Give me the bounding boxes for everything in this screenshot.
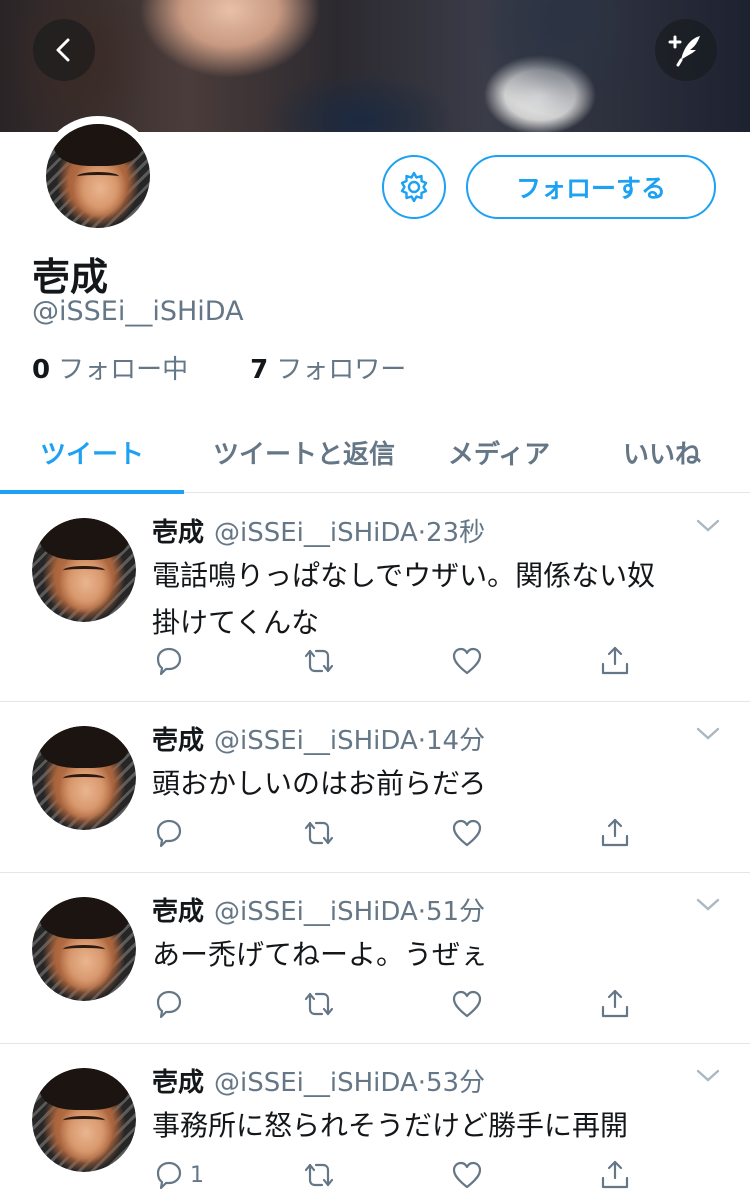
reply-button[interactable] <box>152 816 190 850</box>
avatar-image <box>46 124 150 228</box>
tweet-actions <box>152 644 642 684</box>
following-label: フォロー中 <box>58 355 189 385</box>
retweet-button[interactable] <box>300 816 338 850</box>
tweet-text: 事務所に怒られそうだけど勝手に再開 <box>152 1109 629 1142</box>
tweet-timestamp: 14分 <box>426 726 486 756</box>
share-button[interactable] <box>598 644 632 678</box>
gear-icon <box>400 171 428 203</box>
back-chevron-icon <box>56 38 70 62</box>
reply-button[interactable]: 1 <box>152 1158 204 1192</box>
tweet-text: 頭おかしいのはお前らだろ <box>152 767 487 800</box>
heart-icon <box>452 647 482 675</box>
followers-count: 7 <box>250 355 269 385</box>
tweet-actions <box>152 987 642 1027</box>
profile-tabs: ツイート ツイートと返信 メディア いいね <box>0 412 750 494</box>
tweet-header: 壱成 @iSSEi__iSHiDA·23秒 <box>152 518 486 548</box>
tweet-author-name: 壱成 <box>152 1068 205 1098</box>
reply-button[interactable] <box>152 987 190 1021</box>
tweet-avatar[interactable] <box>32 897 136 1001</box>
tab-tweets-and-replies[interactable]: ツイートと返信 <box>184 412 424 493</box>
tab-tweets[interactable]: ツイート <box>0 412 184 494</box>
reply-bubble-icon <box>156 647 182 676</box>
tweet-actions <box>152 816 642 856</box>
retweet-button[interactable] <box>300 987 338 1021</box>
profile-stats: 0 フォロー中 7 フォロワー <box>32 349 406 386</box>
like-button[interactable] <box>450 1158 484 1192</box>
tweet-item[interactable]: 壱成 @iSSEi__iSHiDA·53分 事務所に怒られそうだけど勝手に再開 1 <box>0 1044 750 1192</box>
compose-tweet-icon <box>668 35 700 67</box>
tweet-item[interactable]: 壱成 @iSSEi__iSHiDA·23秒 電話鳴りっぱなしでウザい。関係ない奴 … <box>0 494 750 702</box>
reply-bubble-icon <box>156 1161 182 1190</box>
reply-count: 1 <box>190 1162 204 1188</box>
tweet-author-handle: @iSSEi__iSHiDA <box>214 726 418 756</box>
chevron-down-icon[interactable] <box>694 516 722 536</box>
share-icon <box>601 989 629 1018</box>
reply-bubble-icon <box>156 819 182 848</box>
like-button[interactable] <box>450 644 484 678</box>
follow-button[interactable]: フォローする <box>466 155 716 219</box>
chevron-down-icon[interactable] <box>694 724 722 744</box>
tweet-timestamp: 23秒 <box>426 518 486 548</box>
share-icon <box>601 818 629 847</box>
share-icon <box>601 1160 629 1189</box>
chevron-down-icon[interactable] <box>694 895 722 915</box>
retweet-icon <box>304 821 334 845</box>
tweet-timeline: 壱成 @iSSEi__iSHiDA·23秒 電話鳴りっぱなしでウザい。関係ない奴 … <box>0 494 750 1192</box>
tweet-author-handle: @iSSEi__iSHiDA <box>214 1068 418 1098</box>
avatar-image <box>32 518 136 622</box>
share-icon <box>601 646 629 675</box>
following-stat[interactable]: 0 フォロー中 <box>32 349 188 386</box>
tweet-text: あー禿げてねーよ。うぜぇ <box>152 938 489 971</box>
share-button[interactable] <box>598 1158 632 1192</box>
reply-bubble-icon <box>156 990 182 1019</box>
tweet-author-handle: @iSSEi__iSHiDA <box>214 518 418 548</box>
heart-icon <box>452 819 482 847</box>
tweet-avatar[interactable] <box>32 726 136 830</box>
chevron-down-icon[interactable] <box>694 1066 722 1086</box>
profile-display-name: 壱成 <box>32 255 109 299</box>
reply-button[interactable] <box>152 644 190 678</box>
followers-stat[interactable]: 7 フォロワー <box>250 349 406 386</box>
avatar-image <box>32 1068 136 1172</box>
tweet-header: 壱成 @iSSEi__iSHiDA·51分 <box>152 897 486 927</box>
heart-icon <box>452 1161 482 1189</box>
tweet-timestamp: 51分 <box>426 897 486 927</box>
tweet-author-name: 壱成 <box>152 518 205 548</box>
tweet-header: 壱成 @iSSEi__iSHiDA·14分 <box>152 726 486 756</box>
profile-avatar[interactable] <box>38 116 158 236</box>
tweet-author-handle: @iSSEi__iSHiDA <box>214 897 418 927</box>
share-button[interactable] <box>598 816 632 850</box>
avatar-image <box>32 897 136 1001</box>
share-button[interactable] <box>598 987 632 1021</box>
following-count: 0 <box>32 355 51 385</box>
retweet-button[interactable] <box>300 644 338 678</box>
retweet-icon <box>304 1163 334 1187</box>
back-button[interactable] <box>33 19 95 81</box>
tweet-item[interactable]: 壱成 @iSSEi__iSHiDA·51分 あー禿げてねーよ。うぜぇ <box>0 873 750 1044</box>
tweet-timestamp: 53分 <box>426 1068 486 1098</box>
compose-tweet-button[interactable] <box>655 19 717 81</box>
avatar-image <box>32 726 136 830</box>
retweet-icon <box>304 992 334 1016</box>
retweet-icon <box>304 649 334 673</box>
tweet-item[interactable]: 壱成 @iSSEi__iSHiDA·14分 頭おかしいのはお前らだろ <box>0 702 750 873</box>
tweet-text: 電話鳴りっぱなしでウザい。関係ない奴 掛けてくんな <box>152 559 656 639</box>
like-button[interactable] <box>450 987 484 1021</box>
retweet-button[interactable] <box>300 1158 338 1192</box>
settings-button[interactable] <box>382 155 446 219</box>
profile-banner-image <box>0 0 750 132</box>
tweet-author-name: 壱成 <box>152 726 205 756</box>
like-button[interactable] <box>450 816 484 850</box>
tab-media[interactable]: メディア <box>424 412 574 493</box>
followers-label: フォロワー <box>276 355 407 385</box>
tweet-header: 壱成 @iSSEi__iSHiDA·53分 <box>152 1068 486 1098</box>
tweet-author-name: 壱成 <box>152 897 205 927</box>
tweet-actions: 1 <box>152 1158 642 1192</box>
tweet-avatar[interactable] <box>32 518 136 622</box>
tweet-avatar[interactable] <box>32 1068 136 1172</box>
heart-icon <box>452 990 482 1018</box>
tab-likes[interactable]: いいね <box>574 412 750 493</box>
profile-handle: @iSSEi__iSHiDA <box>32 296 244 327</box>
